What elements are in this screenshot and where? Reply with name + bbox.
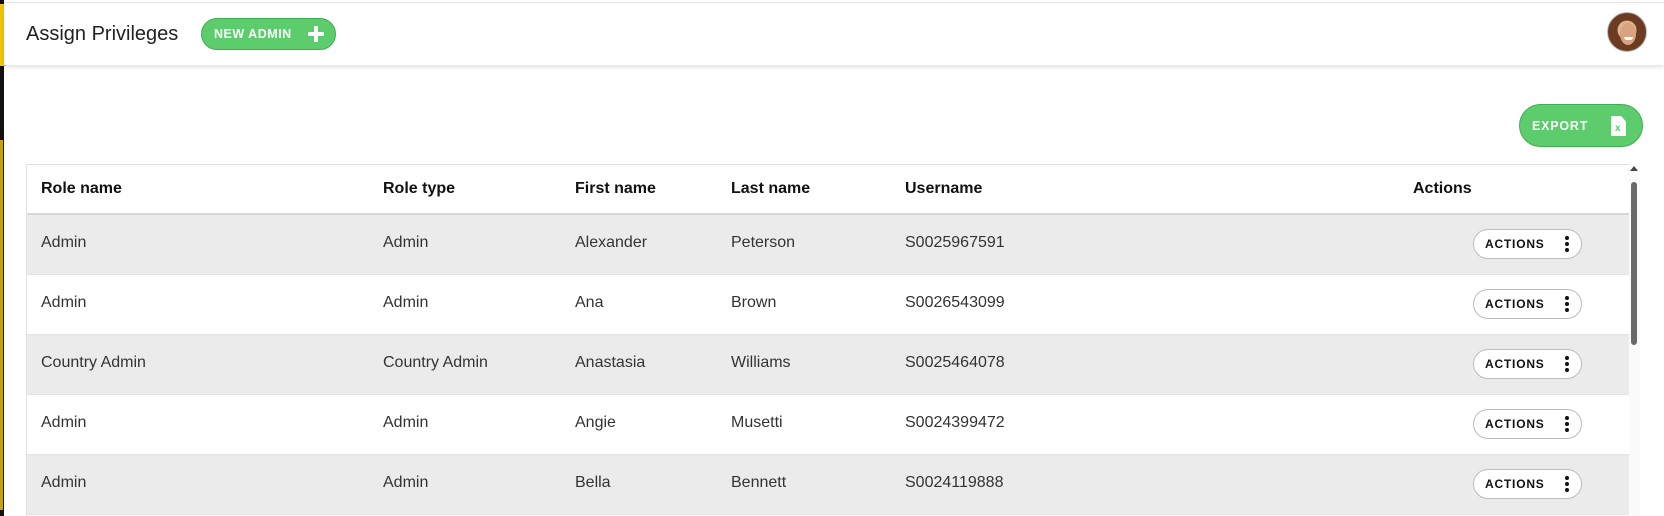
row-actions-label: ACTIONS <box>1485 357 1545 371</box>
cell-username: S0024399472 <box>905 414 1005 431</box>
column-header-username[interactable]: Username <box>905 180 982 198</box>
row-actions-label: ACTIONS <box>1485 237 1545 251</box>
kebab-menu-icon <box>1565 356 1569 372</box>
column-header-actions: Actions <box>1413 180 1472 197</box>
cell-username: S0025967591 <box>905 234 1005 251</box>
scrollbar-thumb[interactable] <box>1631 182 1637 345</box>
cell-role-name: Admin <box>41 294 87 311</box>
row-actions-button[interactable]: ACTIONS <box>1473 289 1582 319</box>
cell-role-name: Country Admin <box>41 354 146 371</box>
row-actions-label: ACTIONS <box>1485 297 1545 311</box>
column-header-first-name[interactable]: First name <box>575 180 656 198</box>
new-admin-button[interactable]: NEW ADMIN <box>201 18 336 50</box>
admins-table: Role name Role type First name Last name… <box>26 164 1630 516</box>
column-header-last-name[interactable]: Last name <box>731 180 810 198</box>
plus-icon <box>308 26 324 42</box>
cell-first-name: Angie <box>575 414 616 431</box>
export-label: EXPORT <box>1532 118 1589 133</box>
cell-last-name: Bennett <box>731 474 787 491</box>
excel-glyph: x <box>1615 123 1622 134</box>
cell-last-name: Brown <box>731 294 777 311</box>
new-admin-label: NEW ADMIN <box>214 27 292 41</box>
table-row[interactable]: Country Admin Country Admin Anastasia Wi… <box>27 335 1630 395</box>
cell-first-name: Bella <box>575 474 611 491</box>
table-row[interactable]: Admin Admin Bella Bennett S0024119888 AC… <box>27 455 1630 515</box>
row-actions-label: ACTIONS <box>1485 477 1545 491</box>
row-actions-label: ACTIONS <box>1485 417 1545 431</box>
cell-role-type: Admin <box>383 474 429 491</box>
kebab-menu-icon <box>1565 236 1569 252</box>
cell-role-name: Admin <box>41 234 87 251</box>
table-header: Role name Role type First name Last name… <box>27 165 1630 215</box>
cell-first-name: Anastasia <box>575 354 646 371</box>
cell-username: S0026543099 <box>905 294 1005 311</box>
export-button[interactable]: EXPORT x <box>1519 104 1643 147</box>
table-row[interactable]: Admin Admin Alexander Peterson S00259675… <box>27 215 1630 275</box>
edge-strip <box>0 140 3 510</box>
cell-first-name: Alexander <box>575 234 648 251</box>
left-edge-bar <box>0 0 6 516</box>
table-scrollbar[interactable] <box>1629 164 1640 516</box>
cell-role-name: Admin <box>41 414 87 431</box>
cell-username: S0025464078 <box>905 354 1005 371</box>
table-row[interactable]: Admin Admin Ana Brown S0026543099 ACTION… <box>27 275 1630 335</box>
excel-file-icon: x <box>1611 116 1626 136</box>
kebab-menu-icon <box>1565 296 1569 312</box>
cell-last-name: Peterson <box>731 234 796 251</box>
table-row[interactable]: Admin Admin Angie Musetti S0024399472 AC… <box>27 395 1630 455</box>
cell-role-type: Country Admin <box>383 354 488 371</box>
cell-first-name: Ana <box>575 294 604 311</box>
column-header-role-type[interactable]: Role type <box>383 180 455 198</box>
row-actions-button[interactable]: ACTIONS <box>1473 469 1582 499</box>
cell-last-name: Musetti <box>731 414 783 431</box>
cell-last-name: Williams <box>731 354 791 371</box>
page-header: Assign Privileges NEW ADMIN <box>4 2 1664 65</box>
scroll-up-arrow-icon[interactable] <box>1630 166 1638 171</box>
page-title: Assign Privileges <box>26 23 179 45</box>
user-avatar[interactable] <box>1607 12 1647 52</box>
cell-role-type: Admin <box>383 294 429 311</box>
cell-role-name: Admin <box>41 474 87 491</box>
row-actions-button[interactable]: ACTIONS <box>1473 409 1582 439</box>
column-header-role-name[interactable]: Role name <box>41 180 122 198</box>
cell-role-type: Admin <box>383 414 429 431</box>
kebab-menu-icon <box>1565 416 1569 432</box>
kebab-menu-icon <box>1565 476 1569 492</box>
cell-username: S0024119888 <box>905 474 1004 491</box>
row-actions-button[interactable]: ACTIONS <box>1473 229 1582 259</box>
avatar-face <box>1620 23 1636 45</box>
row-actions-button[interactable]: ACTIONS <box>1473 349 1582 379</box>
cell-role-type: Admin <box>383 234 429 251</box>
